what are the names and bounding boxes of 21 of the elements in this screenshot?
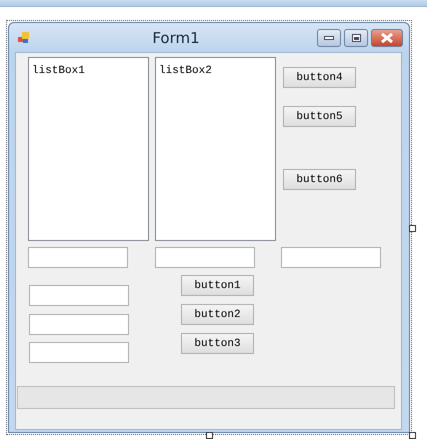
form-button[interactable]: button3 (181, 333, 254, 354)
form-button[interactable]: button1 (181, 275, 254, 296)
list-box[interactable]: listBox1 (28, 57, 149, 241)
resize-handle[interactable] (409, 225, 416, 232)
app-icon (18, 32, 30, 44)
list-box-label: listBox1 (32, 65, 85, 77)
window-title: Form1 (151, 28, 201, 46)
resize-handle[interactable] (409, 432, 416, 439)
list-box[interactable]: listBox2 (155, 57, 276, 241)
resize-handle[interactable] (206, 432, 213, 439)
form-button[interactable]: button2 (181, 304, 254, 325)
minimize-icon (324, 36, 334, 40)
close-icon (381, 32, 393, 42)
form-button[interactable]: button4 (283, 67, 356, 88)
maximize-button[interactable] (344, 28, 368, 46)
maximize-icon (352, 34, 360, 42)
close-button[interactable] (371, 28, 403, 46)
list-box-label: listBox2 (159, 65, 212, 77)
form-button[interactable]: button5 (283, 106, 356, 127)
minimize-button[interactable] (317, 28, 341, 46)
form-button[interactable]: button6 (283, 169, 356, 190)
